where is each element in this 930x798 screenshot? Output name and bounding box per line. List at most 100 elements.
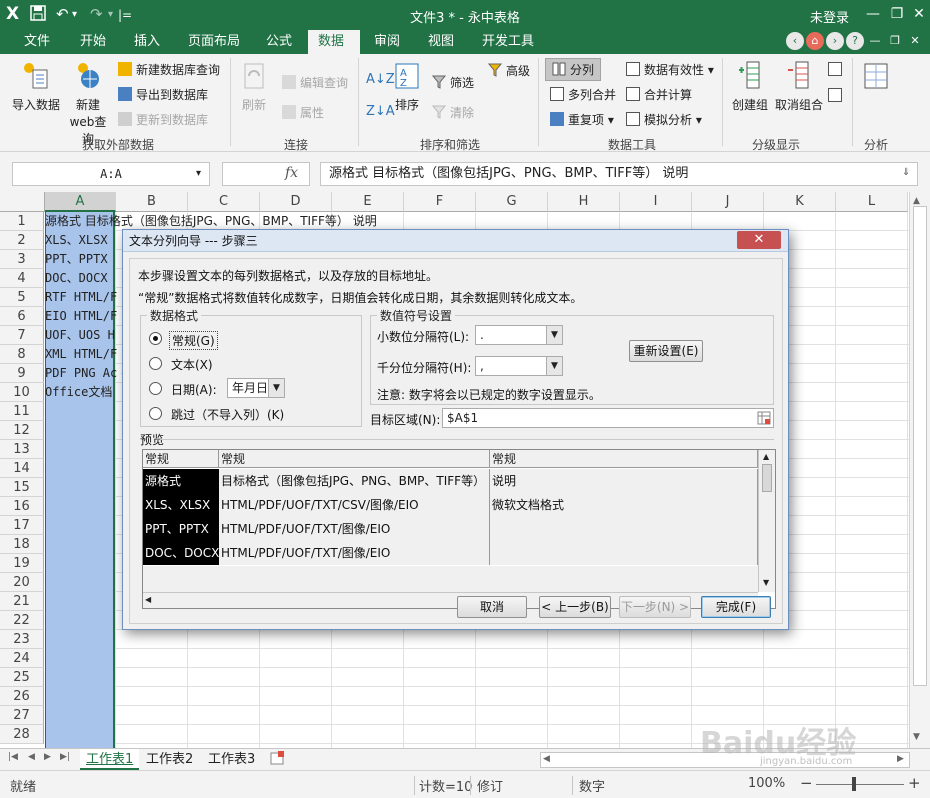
row-header[interactable]: 26 xyxy=(0,687,44,706)
column-header[interactable]: E xyxy=(332,192,404,212)
last-sheet-icon[interactable]: ▶| xyxy=(60,752,70,762)
dialog-close-icon[interactable]: ✕ xyxy=(737,231,781,249)
show-detail-icon[interactable] xyxy=(828,62,846,77)
import-data-button[interactable]: 导入数据 xyxy=(8,60,64,113)
properties-button[interactable]: 属性 xyxy=(282,104,324,121)
scroll-down-icon[interactable]: ▼ xyxy=(763,578,769,587)
row-header[interactable]: 11 xyxy=(0,402,44,421)
name-box-dropdown-icon[interactable]: ▾ xyxy=(196,168,201,179)
cell-a[interactable]: RTF HTML/F xyxy=(45,288,125,307)
ribbon-minimize-icon[interactable]: — xyxy=(866,32,884,50)
row-header[interactable]: 22 xyxy=(0,611,44,630)
column-header[interactable]: I xyxy=(620,192,692,212)
row-header[interactable]: 3 xyxy=(0,250,44,269)
column-header[interactable]: D xyxy=(260,192,332,212)
first-sheet-icon[interactable]: |◀ xyxy=(8,752,18,762)
cell-a[interactable]: PPT、PPTX xyxy=(45,250,125,269)
new-db-query-button[interactable]: 新建数据库查询 xyxy=(118,61,220,78)
add-sheet-icon[interactable] xyxy=(270,751,284,768)
tab-home[interactable]: 开始 xyxy=(70,30,116,54)
row-header[interactable]: 15 xyxy=(0,478,44,497)
cell-a[interactable]: Office文档 xyxy=(45,383,125,402)
column-header[interactable]: A xyxy=(45,192,116,212)
cell-a[interactable]: DOC、DOCX xyxy=(45,269,125,288)
next-button[interactable]: 下一步(N) > xyxy=(619,596,691,618)
row-header[interactable]: 8 xyxy=(0,345,44,364)
column-header[interactable]: F xyxy=(404,192,476,212)
tab-formulas[interactable]: 公式 xyxy=(256,30,302,54)
column-header[interactable]: J xyxy=(692,192,764,212)
row-header[interactable]: 27 xyxy=(0,706,44,725)
fx-icon[interactable]: fx xyxy=(285,165,298,181)
scroll-down-icon[interactable]: ▼ xyxy=(913,732,920,742)
cell-a[interactable]: XML HTML/F xyxy=(45,345,125,364)
tab-insert[interactable]: 插入 xyxy=(124,30,170,54)
vertical-scroll-thumb[interactable] xyxy=(913,206,927,686)
row-header[interactable]: 9 xyxy=(0,364,44,383)
chevron-down-icon[interactable]: ▼ xyxy=(268,379,284,397)
reset-button[interactable]: 重新设置(E) xyxy=(629,340,703,362)
cell-a[interactable]: XLS、XLSX xyxy=(45,231,125,250)
cancel-button[interactable]: 取消 xyxy=(457,596,527,618)
scroll-right-icon[interactable]: ▶ xyxy=(897,754,904,764)
maximize-icon[interactable]: ❐ xyxy=(886,3,908,25)
radio-skip-label[interactable]: 跳过（不导入列）(K) xyxy=(171,406,284,423)
row-header[interactable]: 4 xyxy=(0,269,44,288)
thousands-separator-select[interactable]: , ▼ xyxy=(475,356,563,376)
edit-query-button[interactable]: 编辑查询 xyxy=(282,74,348,91)
select-all-corner[interactable] xyxy=(0,192,45,212)
scroll-up-icon[interactable]: ▲ xyxy=(763,452,769,461)
zoom-out-icon[interactable]: − xyxy=(800,774,813,792)
row-header[interactable]: 21 xyxy=(0,592,44,611)
tab-developer[interactable]: 开发工具 xyxy=(472,30,544,54)
row-header[interactable]: 10 xyxy=(0,383,44,402)
row-header[interactable]: 16 xyxy=(0,497,44,516)
radio-skip[interactable] xyxy=(149,407,162,420)
cell-a[interactable]: UOF、UOS H xyxy=(45,326,125,345)
tab-view[interactable]: 视图 xyxy=(418,30,464,54)
radio-date-label[interactable]: 日期(A): xyxy=(171,381,217,398)
zoom-slider[interactable] xyxy=(816,784,904,785)
login-link[interactable]: 未登录 xyxy=(810,7,849,26)
sheet-tab-3[interactable]: 工作表3 xyxy=(202,749,261,770)
home-icon[interactable]: ⌂ xyxy=(806,32,824,50)
radio-text-label[interactable]: 文本(X) xyxy=(171,356,213,373)
analysis-button[interactable] xyxy=(858,60,894,96)
row-header[interactable]: 2 xyxy=(0,231,44,250)
row-header[interactable]: 25 xyxy=(0,668,44,687)
duplicates-button[interactable]: 重复项 ▾ xyxy=(550,111,614,128)
help-icon[interactable]: ? xyxy=(846,32,864,50)
cell-a[interactable]: PDF PNG Ac xyxy=(45,364,125,383)
column-header[interactable]: H xyxy=(548,192,620,212)
row-header[interactable]: 13 xyxy=(0,440,44,459)
radio-text[interactable] xyxy=(149,357,162,370)
back-button[interactable]: < 上一步(B) xyxy=(539,596,611,618)
whatif-button[interactable]: 模拟分析 ▾ xyxy=(626,111,702,128)
row-header[interactable]: 24 xyxy=(0,649,44,668)
sheet-tab-1[interactable]: 工作表1 xyxy=(80,749,140,770)
vertical-scrollbar[interactable]: ▲ ▼ xyxy=(909,192,930,748)
row-header[interactable]: 7 xyxy=(0,326,44,345)
row-header[interactable]: 20 xyxy=(0,573,44,592)
column-header[interactable]: B xyxy=(116,192,188,212)
radio-date[interactable] xyxy=(149,382,162,395)
row-header[interactable]: 6 xyxy=(0,307,44,326)
forward-icon[interactable]: › xyxy=(826,32,844,50)
radio-general-label[interactable]: 常规(G) xyxy=(169,331,218,350)
scroll-left-icon[interactable]: ◀ xyxy=(543,754,550,764)
chevron-down-icon[interactable]: ▼ xyxy=(546,326,562,344)
expand-formula-icon[interactable]: ⇓ xyxy=(902,167,910,178)
row-header[interactable]: 28 xyxy=(0,725,44,744)
preview-vscroll-thumb[interactable] xyxy=(762,464,772,492)
back-icon[interactable]: ‹ xyxy=(786,32,804,50)
close-window-icon[interactable]: ✕ xyxy=(908,3,930,25)
row-header[interactable]: 5 xyxy=(0,288,44,307)
clear-filter-button[interactable]: 清除 xyxy=(431,104,474,121)
export-db-button[interactable]: 导出到数据库 xyxy=(118,86,208,103)
date-format-select[interactable]: 年月日 ▼ xyxy=(227,378,285,398)
create-group-button[interactable]: 创建组 xyxy=(728,60,772,113)
sheet-tab-2[interactable]: 工作表2 xyxy=(140,749,199,770)
zoom-slider-thumb[interactable] xyxy=(852,777,856,791)
data-validity-button[interactable]: 数据有效性 ▾ xyxy=(626,61,714,78)
minimize-icon[interactable]: — xyxy=(862,3,884,25)
